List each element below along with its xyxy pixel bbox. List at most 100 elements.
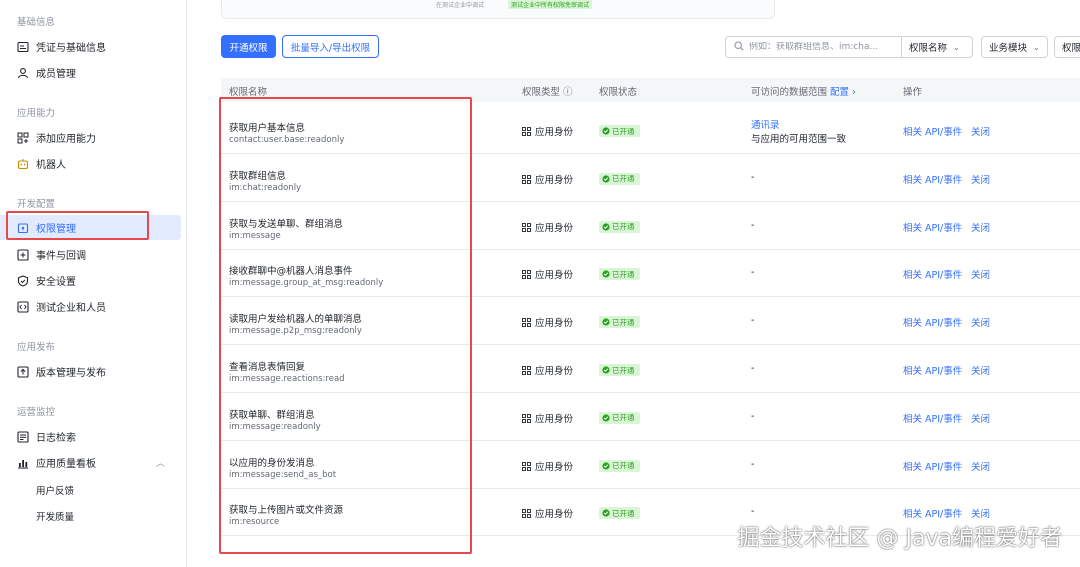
shield-icon <box>17 274 29 287</box>
close-permission-link[interactable]: 关闭 <box>971 267 990 281</box>
permission-type-label: 应用身份 <box>535 174 574 186</box>
scope-value: - <box>751 506 755 518</box>
header-type-label: 权限类型 <box>522 87 561 98</box>
close-permission-link[interactable]: 关闭 <box>971 459 990 473</box>
status-label: 已开通 <box>612 126 635 136</box>
sidebar-item-security[interactable]: 安全设置 <box>0 268 181 293</box>
search-input[interactable] <box>749 42 899 52</box>
banner-text: 在测试企业中调试 <box>436 2 485 9</box>
permission-type: 应用身份 <box>522 172 573 187</box>
chevron-down-icon: ⌄ <box>1033 42 1040 52</box>
header-scope-label: 可访问的数据范围 <box>751 87 828 98</box>
permission-type: 应用身份 <box>522 506 573 521</box>
permission-type-label: 应用身份 <box>535 509 574 521</box>
related-api-link[interactable]: 相关 API/事件 <box>903 506 962 520</box>
related-api-link[interactable]: 相关 API/事件 <box>903 411 962 425</box>
permission-type: 应用身份 <box>522 363 573 378</box>
permission-type: 应用身份 <box>522 124 573 139</box>
filter-label: 权限 <box>1062 43 1080 54</box>
sidebar-item-log-search[interactable]: 日志检索 <box>0 424 181 449</box>
test-banner: 在测试企业中调试 测试企业中所有权限免审调试 <box>221 0 775 19</box>
related-api-link[interactable]: 相关 API/事件 <box>903 459 962 473</box>
status-badge: 已开通 <box>599 316 640 329</box>
sidebar-item-add-capability[interactable]: 添加应用能力 <box>0 125 181 150</box>
related-api-link[interactable]: 相关 API/事件 <box>903 267 962 281</box>
grid-plus-icon <box>17 132 29 144</box>
highlight-box-column <box>219 97 472 554</box>
status-label: 已开通 <box>612 365 635 375</box>
sidebar-item-quality-dashboard[interactable]: 应用质量看板 ︿ <box>0 450 181 475</box>
section-title-dev-config: 开发配置 <box>17 199 56 210</box>
sidebar-item-events[interactable]: 事件与回调 <box>0 242 181 267</box>
scope-value: - <box>751 315 755 327</box>
upload-icon <box>17 365 29 378</box>
header-name: 权限名称 <box>229 87 268 98</box>
permission-type-label: 应用身份 <box>535 318 574 330</box>
app-grid-icon <box>522 509 531 521</box>
chevron-right-icon[interactable]: › <box>849 87 856 98</box>
highlight-box-nav <box>6 211 149 240</box>
related-api-link[interactable]: 相关 API/事件 <box>903 172 962 186</box>
section-title-release: 应用发布 <box>17 342 56 353</box>
scope-link[interactable]: 通讯录 <box>751 117 780 131</box>
close-permission-link[interactable]: 关闭 <box>971 506 990 520</box>
status-badge: 已开通 <box>599 411 640 424</box>
status-badge: 已开通 <box>599 459 640 472</box>
sidebar-item-robot[interactable]: 机器人 <box>0 151 181 176</box>
permission-type: 应用身份 <box>522 220 573 235</box>
status-label: 已开通 <box>612 508 635 518</box>
status-label: 已开通 <box>612 269 635 279</box>
sidebar-item-label: 机器人 <box>36 160 66 171</box>
chevron-up-icon[interactable]: ︿ <box>156 456 165 469</box>
plus-box-icon <box>17 248 29 261</box>
check-circle-icon <box>602 270 612 278</box>
filter-permission-name-select[interactable]: 权限名称 ⌄ <box>901 36 973 58</box>
search-box[interactable] <box>725 36 902 58</box>
sidebar-item-label: 凭证与基础信息 <box>36 43 106 54</box>
related-api-link[interactable]: 相关 API/事件 <box>903 363 962 377</box>
close-permission-link[interactable]: 关闭 <box>971 124 990 138</box>
related-api-link[interactable]: 相关 API/事件 <box>903 315 962 329</box>
permission-type: 应用身份 <box>522 267 573 282</box>
status-badge: 已开通 <box>599 220 640 233</box>
close-permission-link[interactable]: 关闭 <box>971 315 990 329</box>
close-permission-link[interactable]: 关闭 <box>971 411 990 425</box>
close-permission-link[interactable]: 关闭 <box>971 363 990 377</box>
sidebar-item-members[interactable]: 成员管理 <box>0 60 181 85</box>
permission-type-label: 应用身份 <box>535 222 574 234</box>
sidebar-subitem-dev-quality[interactable]: 开发质量 <box>36 509 74 523</box>
status-label: 已开通 <box>612 413 635 423</box>
filter-more-select[interactable]: 权限 <box>1054 36 1080 58</box>
app-grid-icon <box>522 318 531 330</box>
open-permission-button[interactable]: 开通权限 <box>221 35 276 58</box>
user-icon <box>17 67 29 79</box>
status-badge: 已开通 <box>599 507 640 520</box>
scope-value: - <box>751 219 755 231</box>
related-api-link[interactable]: 相关 API/事件 <box>903 124 962 138</box>
sidebar-item-label: 测试企业和人员 <box>36 303 106 314</box>
sidebar-item-credentials[interactable]: 凭证与基础信息 <box>0 34 181 59</box>
sidebar-item-label: 成员管理 <box>36 69 76 80</box>
permission-type: 应用身份 <box>522 411 573 426</box>
sidebar-item-test-enterprise[interactable]: 测试企业和人员 <box>0 294 181 319</box>
search-icon <box>734 40 744 54</box>
sidebar-item-label: 安全设置 <box>36 277 76 288</box>
close-permission-link[interactable]: 关闭 <box>971 172 990 186</box>
scope-config-link[interactable]: 配置 <box>830 87 849 98</box>
check-circle-icon <box>602 318 612 326</box>
sidebar-item-version-release[interactable]: 版本管理与发布 <box>0 359 181 384</box>
sidebar-subitem-user-feedback[interactable]: 用户反馈 <box>36 483 74 497</box>
batch-import-export-button[interactable]: 批量导入/导出权限 <box>282 35 379 58</box>
header-scope: 可访问的数据范围 配置 › <box>751 84 856 98</box>
permission-type-label: 应用身份 <box>535 461 574 473</box>
robot-icon <box>17 158 29 170</box>
doc-icon <box>17 41 29 53</box>
related-api-link[interactable]: 相关 API/事件 <box>903 220 962 234</box>
close-permission-link[interactable]: 关闭 <box>971 220 990 234</box>
status-badge: 已开通 <box>599 364 640 376</box>
filter-business-module-select[interactable]: 业务模块 ⌄ <box>981 36 1048 58</box>
help-icon[interactable]: ⓘ <box>563 87 573 98</box>
status-label: 已开通 <box>612 174 635 184</box>
check-circle-icon <box>602 175 612 183</box>
scope-note: 与应用的可用范围一致 <box>751 134 847 145</box>
